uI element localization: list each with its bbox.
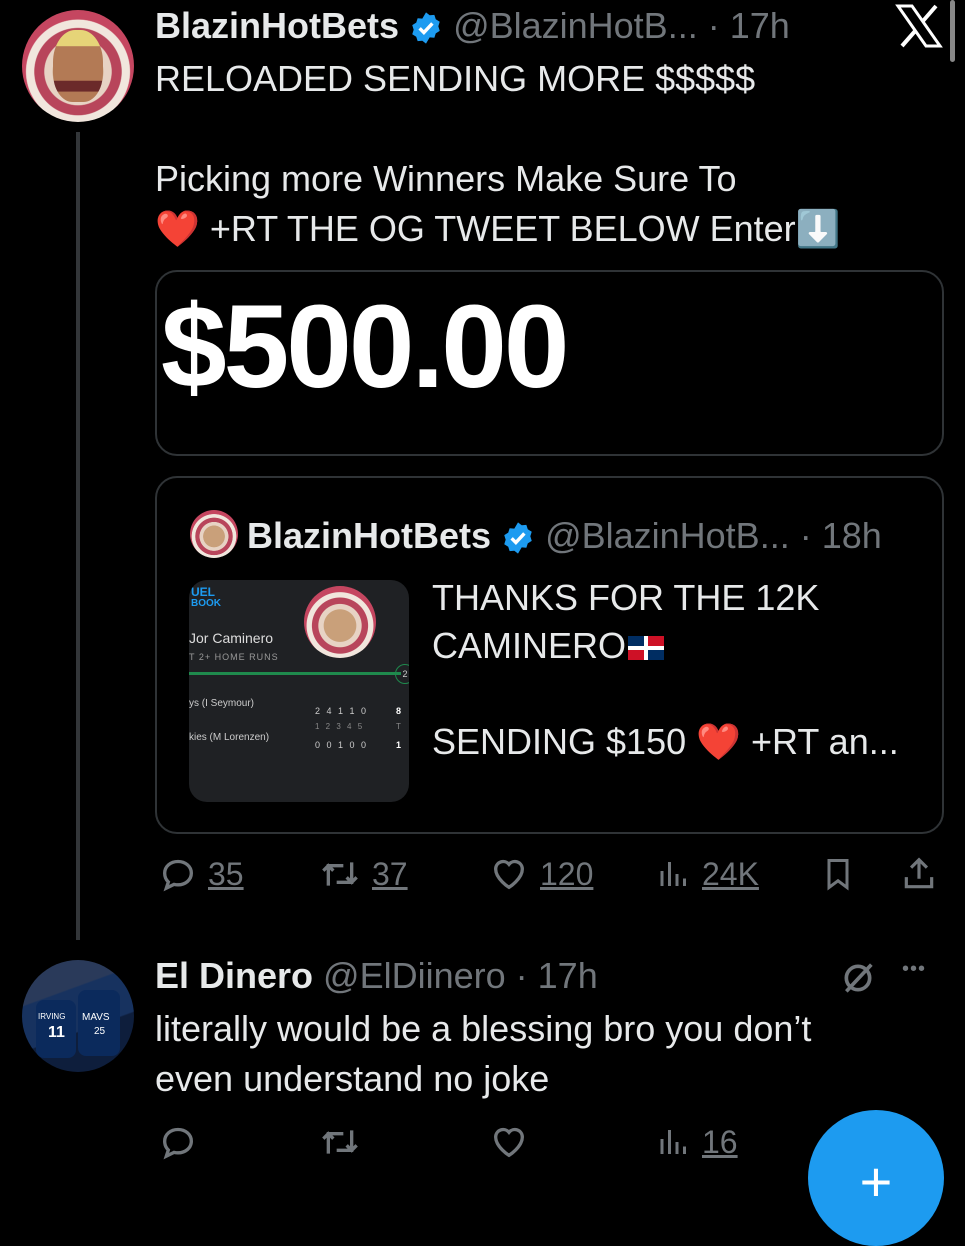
media-row2-team: kies (M Lorenzen) <box>189 732 270 743</box>
thread-line <box>76 132 80 940</box>
media-row1-team: ys (I Seymour) <box>189 698 255 709</box>
tweet-text-line: +RT THE OG TWEET BELOW Enter <box>209 208 796 249</box>
bookmark-icon <box>820 854 856 894</box>
reply-views-count[interactable]: 16 <box>702 1124 738 1161</box>
tweet-text-line: RELOADED SENDING MORE $$$$$ <box>155 58 756 99</box>
media-row1-scores: 2 4 1 1 0 <box>315 706 369 716</box>
reply-author-name[interactable]: El Dinero <box>155 955 313 996</box>
scrollbar[interactable] <box>950 0 955 62</box>
compose-button[interactable]: + <box>808 1110 944 1246</box>
media-player: Jor Caminero <box>189 630 274 646</box>
media-row2-total: 1 <box>396 740 402 750</box>
quoted-author-name: BlazinHotBets <box>247 515 492 556</box>
reply-time[interactable]: 17h <box>538 955 598 996</box>
like-count[interactable]: 120 <box>540 856 593 893</box>
reply-header: El Dinero @ElDiinero · 17h <box>155 955 598 996</box>
quoted-text-line: THANKS FOR THE 12K <box>432 577 820 618</box>
share-button[interactable] <box>900 854 938 894</box>
author-avatar[interactable] <box>22 10 134 122</box>
tweet-image[interactable]: $500.00 <box>155 270 944 456</box>
views-chart-icon <box>656 854 692 894</box>
quoted-text-line: SENDING $150 <box>432 721 687 762</box>
media-row2-scores: 0 0 1 0 0 <box>315 740 369 750</box>
reply-author-avatar[interactable]: IRVING 11 MAVS 25 <box>22 960 134 1072</box>
media-innings-total: T <box>396 722 401 731</box>
reply-text-line: even understand no joke <box>155 1058 550 1099</box>
reply-reply-button[interactable] <box>158 1122 198 1162</box>
media-brand: UEL BOOK <box>191 585 221 609</box>
views-count[interactable]: 24K <box>702 856 759 893</box>
more-options-icon[interactable]: ••• <box>902 958 926 981</box>
reply-button[interactable]: 35 <box>158 854 244 894</box>
reply-repost-button[interactable] <box>318 1122 362 1162</box>
quoted-text-line: CAMINERO <box>432 625 627 666</box>
quoted-author-avatar <box>190 510 238 558</box>
views-chart-icon <box>656 1122 692 1162</box>
reply-text: literally would be a blessing bro you do… <box>155 1004 811 1104</box>
media-row1-total: 8 <box>396 706 402 716</box>
like-button[interactable]: 120 <box>488 854 593 894</box>
repost-icon <box>318 854 362 894</box>
tweet-text: RELOADED SENDING MORE $$$$$ Picking more… <box>155 54 841 254</box>
verified-badge-icon <box>409 11 443 45</box>
grok-icon[interactable] <box>838 958 878 998</box>
verified-badge-icon <box>501 521 535 555</box>
heart-icon <box>488 854 530 894</box>
media-progress <box>189 672 401 675</box>
bookmark-button[interactable] <box>820 854 856 894</box>
share-icon <box>900 854 938 894</box>
tweet-header: BlazinHotBets @BlazinHotB... · 17h <box>155 5 790 46</box>
repost-button[interactable]: 37 <box>318 854 408 894</box>
reply-count[interactable]: 35 <box>208 856 244 893</box>
down-arrow-emoji: ⬇️ <box>795 208 841 249</box>
heart-emoji: ❤️ <box>696 721 741 762</box>
reply-icon <box>158 854 198 894</box>
media-bet: T 2+ HOME RUNS <box>189 652 279 662</box>
tweet-time[interactable]: 17h <box>730 5 790 46</box>
reply-views-button[interactable]: 16 <box>656 1122 738 1162</box>
quoted-text: THANKS FOR THE 12K CAMINERO SENDING $150… <box>432 574 932 766</box>
reply-icon <box>158 1122 198 1162</box>
media-badge: 2 <box>395 664 409 684</box>
author-handle[interactable]: @BlazinHotB... <box>453 5 698 46</box>
x-logo-icon <box>895 4 943 48</box>
heart-emoji: ❤️ <box>155 208 200 249</box>
quoted-text-line: +RT an... <box>750 721 899 762</box>
quoted-tweet[interactable]: BlazinHotBets @BlazinHotB... · 18h UEL B… <box>155 476 944 834</box>
reply-text-line: literally would be a blessing bro you do… <box>155 1008 812 1049</box>
author-name[interactable]: BlazinHotBets <box>155 5 399 46</box>
tweet-text-line: Picking more Winners Make Sure To <box>155 158 737 199</box>
quoted-header: BlazinHotBets @BlazinHotB... · 18h <box>247 515 882 556</box>
media-avatar <box>304 586 376 658</box>
views-button[interactable]: 24K <box>656 854 759 894</box>
quoted-time: 18h <box>821 515 882 556</box>
heart-icon <box>488 1122 530 1162</box>
repost-icon <box>318 1122 362 1162</box>
reply-author-handle[interactable]: @ElDiinero <box>323 955 506 996</box>
quoted-media[interactable]: UEL BOOK Jor Caminero T 2+ HOME RUNS 2 y… <box>189 580 409 802</box>
repost-count[interactable]: 37 <box>372 856 408 893</box>
plus-icon: + <box>859 1150 893 1213</box>
image-amount: $500.00 <box>161 281 570 413</box>
quoted-author-handle: @BlazinHotB... <box>545 515 790 556</box>
reply-like-button[interactable] <box>488 1122 530 1162</box>
dominican-flag-icon <box>628 636 665 661</box>
media-innings: 1 2 3 4 5 <box>315 722 365 731</box>
